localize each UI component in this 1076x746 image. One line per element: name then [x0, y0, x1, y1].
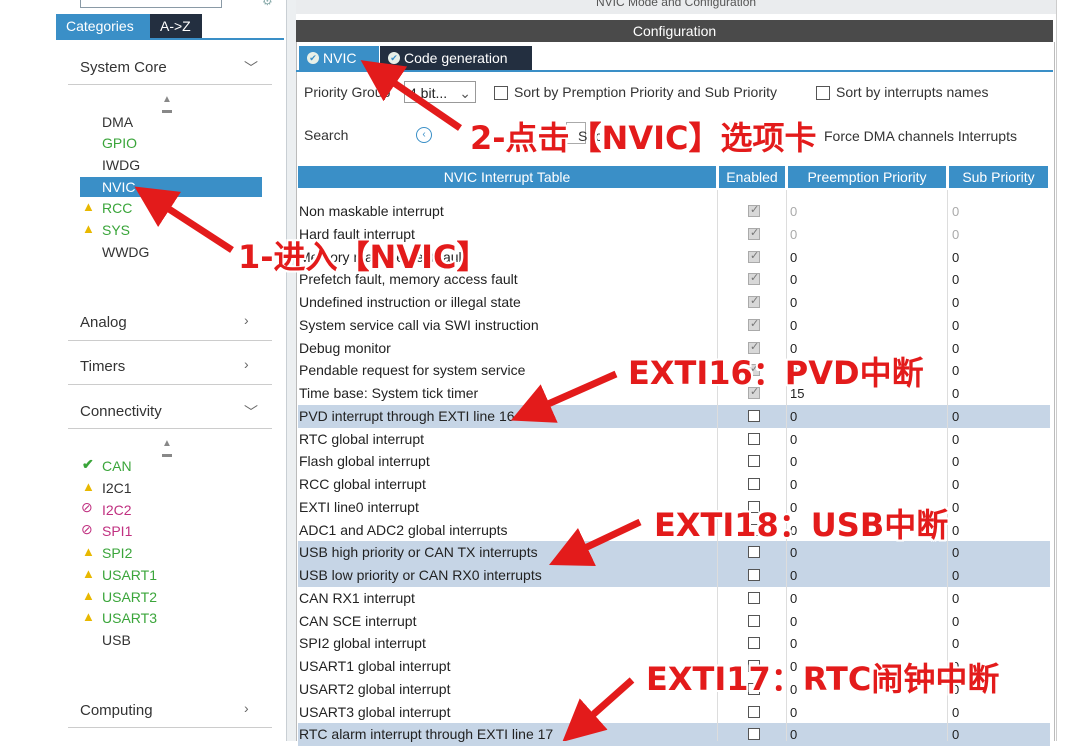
- annotation-step2: 2-点击【NVIC】选项卡: [470, 119, 817, 157]
- annotation-exti16: EXTI16：PVD中断: [628, 354, 924, 392]
- arrow-to-usb: [549, 518, 642, 567]
- arrow-to-pvd: [510, 370, 618, 423]
- annotation-step1: 1-进入【NVIC】: [238, 238, 489, 276]
- arrow-to-nvic-item: [134, 186, 234, 253]
- annotation-exti17: EXTI17：RTC闹钟中断: [646, 660, 1000, 698]
- arrow-to-rtc-alarm: [562, 677, 635, 741]
- annotation-exti18: EXTI18：USB中断: [654, 506, 949, 544]
- arrow-to-nvic-tab: [360, 60, 462, 131]
